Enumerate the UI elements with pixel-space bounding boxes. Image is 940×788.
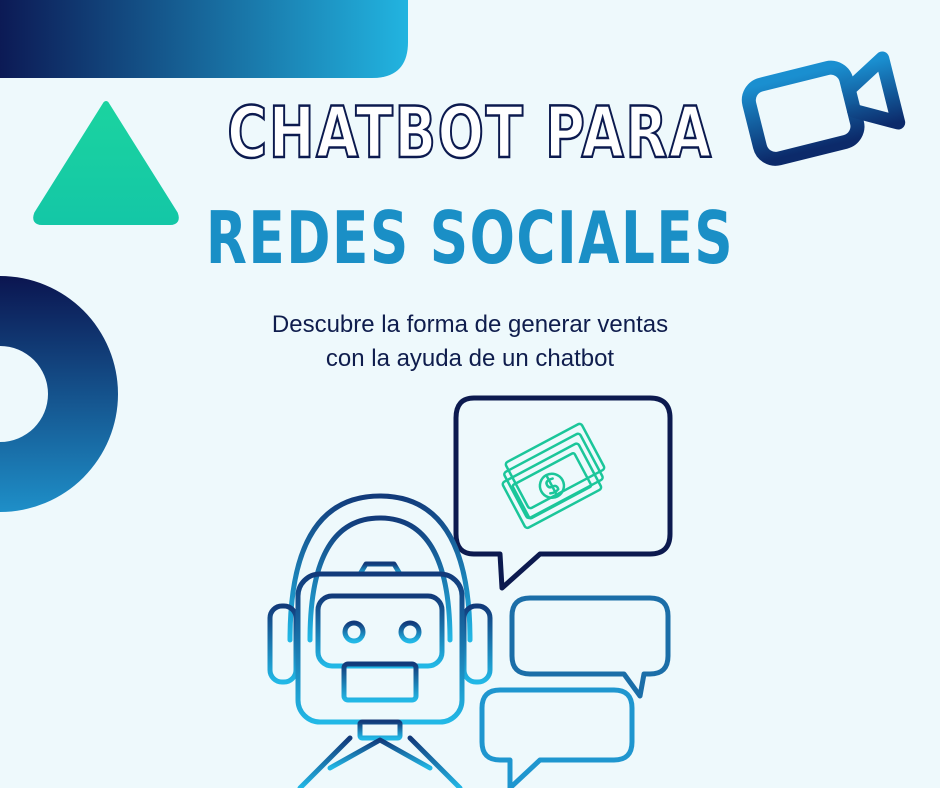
speech-bubble-medium xyxy=(509,595,671,699)
robot-illustration xyxy=(267,395,673,788)
money-bills-icon xyxy=(501,422,606,530)
speech-bubble-small xyxy=(479,687,635,788)
